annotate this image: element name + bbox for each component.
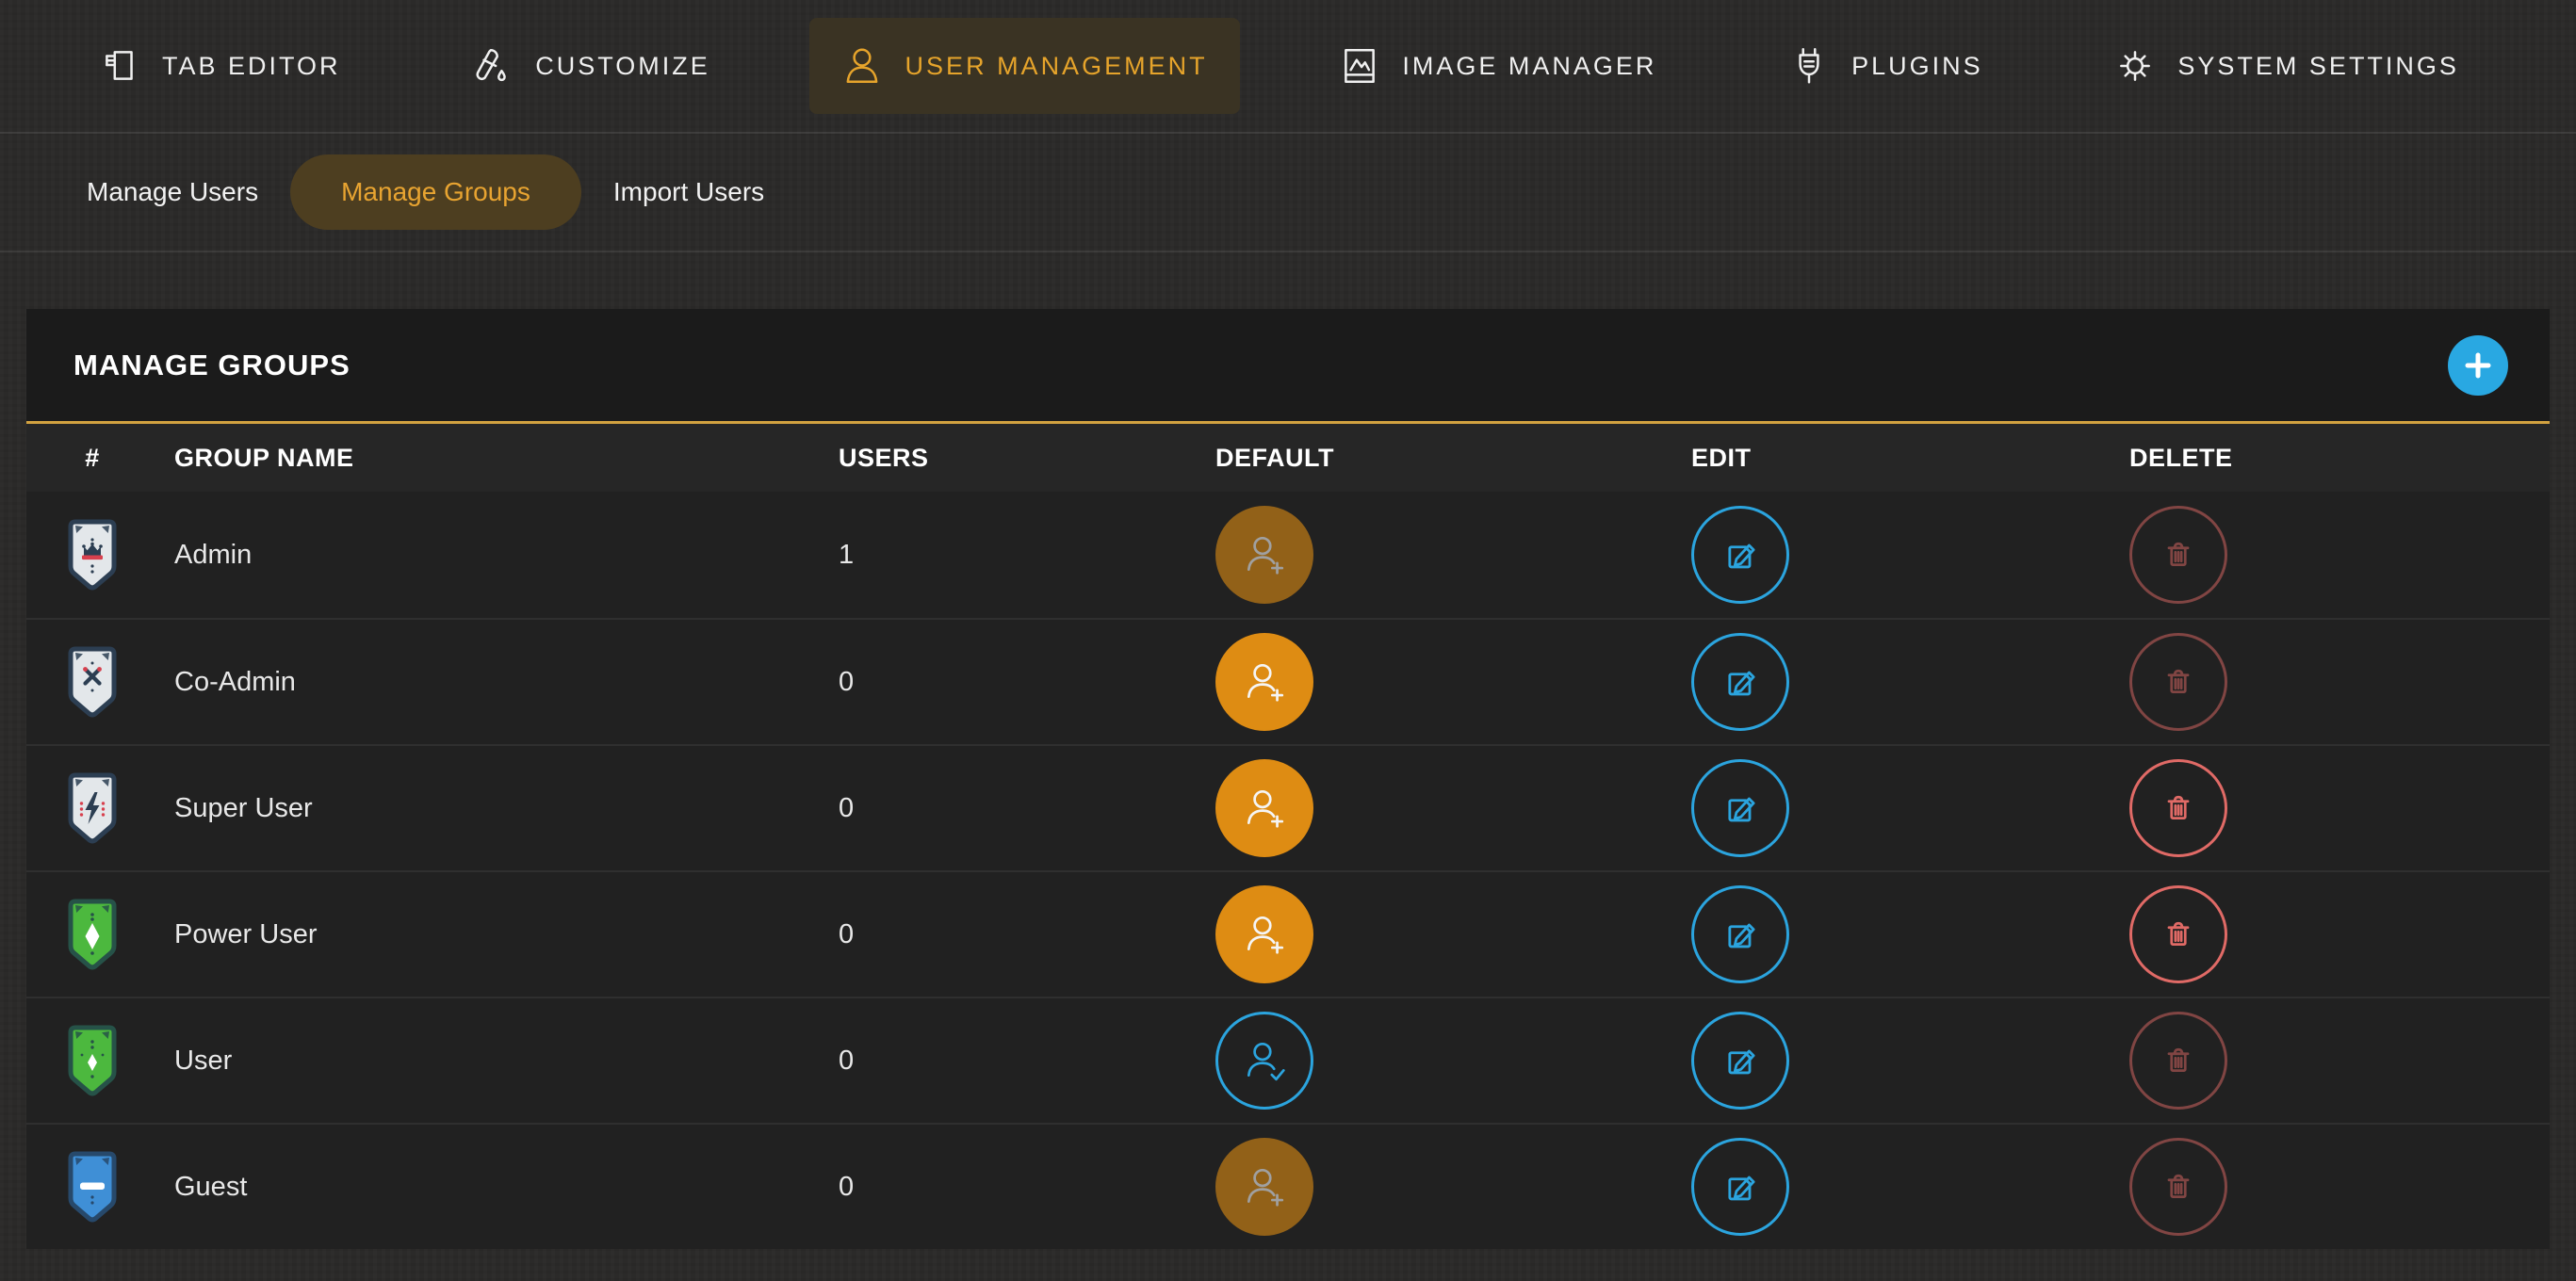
column-header-number: # bbox=[51, 444, 134, 473]
shield-guest-icon bbox=[68, 1151, 117, 1223]
user-icon bbox=[841, 44, 885, 88]
table-row: Power User 0 bbox=[26, 870, 2550, 997]
edit-group-button[interactable] bbox=[1691, 885, 1789, 983]
table-header-row: # GROUP NAME USERS DEFAULT EDIT DELETE bbox=[26, 424, 2550, 492]
panel-title: MANAGE GROUPS bbox=[73, 349, 351, 382]
column-header-default: DEFAULT bbox=[1215, 444, 1691, 473]
panel-header: MANAGE GROUPS bbox=[26, 309, 2550, 424]
image-icon bbox=[1338, 44, 1381, 88]
edit-group-button[interactable] bbox=[1691, 1012, 1789, 1110]
person-plus-icon bbox=[1241, 531, 1288, 578]
nav-tab-editor[interactable]: TAB EDITOR bbox=[66, 18, 373, 114]
group-name: Guest bbox=[134, 1172, 839, 1203]
nav-label: SYSTEM SETTINGS bbox=[2177, 52, 2459, 81]
subtab-import-users[interactable]: Import Users bbox=[583, 154, 794, 230]
nav-plugins[interactable]: PLUGINS bbox=[1755, 18, 2015, 114]
gear-icon bbox=[2113, 44, 2157, 88]
table-body: Admin 1 Co-Admin 0 bbox=[26, 492, 2550, 1249]
shield-user-icon bbox=[68, 1025, 117, 1096]
edit-pencil-icon bbox=[1721, 916, 1759, 953]
set-default-button[interactable] bbox=[1215, 633, 1313, 731]
delete-group-button[interactable] bbox=[2129, 885, 2227, 983]
group-users-count: 0 bbox=[839, 793, 1215, 824]
sub-navigation: Manage Users Manage Groups Import Users bbox=[0, 134, 2576, 252]
column-header-edit: EDIT bbox=[1691, 444, 2129, 473]
edit-pencil-icon bbox=[1721, 536, 1759, 574]
edit-pencil-icon bbox=[1721, 789, 1759, 827]
person-plus-icon bbox=[1241, 911, 1288, 958]
subtab-label: Manage Users bbox=[87, 177, 258, 206]
add-group-button[interactable] bbox=[2448, 335, 2508, 396]
nav-label: IMAGE MANAGER bbox=[1402, 52, 1656, 81]
nav-label: TAB EDITOR bbox=[162, 52, 341, 81]
top-navigation: TAB EDITOR CUSTOMIZE USER MANAGEMENT IMA… bbox=[0, 0, 2576, 134]
trash-icon bbox=[2160, 664, 2196, 700]
person-check-icon bbox=[1241, 1037, 1288, 1084]
nav-user-management[interactable]: USER MANAGEMENT bbox=[809, 18, 1240, 114]
edit-group-button[interactable] bbox=[1691, 633, 1789, 731]
table-row: User 0 bbox=[26, 997, 2550, 1123]
nav-label: CUSTOMIZE bbox=[535, 52, 710, 81]
nav-image-manager[interactable]: IMAGE MANAGER bbox=[1306, 18, 1688, 114]
table-row: Admin 1 bbox=[26, 492, 2550, 618]
edit-pencil-icon bbox=[1721, 1168, 1759, 1206]
shield-power-user-icon bbox=[68, 899, 117, 970]
table-row: Co-Admin 0 bbox=[26, 618, 2550, 744]
subtab-manage-users[interactable]: Manage Users bbox=[57, 154, 288, 230]
edit-group-button[interactable] bbox=[1691, 1138, 1789, 1236]
edit-group-button[interactable] bbox=[1691, 506, 1789, 604]
subtab-label: Import Users bbox=[613, 177, 764, 206]
shield-co-admin-icon bbox=[68, 646, 117, 718]
delete-group-button[interactable] bbox=[2129, 759, 2227, 857]
group-name: User bbox=[134, 1046, 839, 1077]
set-default-button[interactable] bbox=[1215, 759, 1313, 857]
person-plus-icon bbox=[1241, 785, 1288, 832]
group-name: Power User bbox=[134, 919, 839, 950]
group-users-count: 0 bbox=[839, 1046, 1215, 1077]
column-header-group-name: GROUP NAME bbox=[134, 444, 839, 473]
group-users-count: 1 bbox=[839, 540, 1215, 571]
delete-group-button[interactable] bbox=[2129, 1138, 2227, 1236]
set-default-button[interactable] bbox=[1215, 506, 1313, 604]
trash-icon bbox=[2160, 537, 2196, 573]
customize-icon bbox=[471, 44, 514, 88]
delete-group-button[interactable] bbox=[2129, 1012, 2227, 1110]
column-header-users: USERS bbox=[839, 444, 1215, 473]
tab-editor-icon bbox=[98, 44, 141, 88]
nav-system-settings[interactable]: SYSTEM SETTINGS bbox=[2081, 18, 2491, 114]
group-name: Admin bbox=[134, 540, 839, 571]
table-row: Super User 0 bbox=[26, 744, 2550, 870]
manage-groups-panel: MANAGE GROUPS # GROUP NAME USERS DEFAULT… bbox=[26, 309, 2550, 1249]
person-plus-icon bbox=[1241, 658, 1288, 705]
subtab-label: Manage Groups bbox=[341, 177, 530, 206]
edit-group-button[interactable] bbox=[1691, 759, 1789, 857]
set-default-button[interactable] bbox=[1215, 1138, 1313, 1236]
trash-icon bbox=[2160, 790, 2196, 826]
set-default-button[interactable] bbox=[1215, 1012, 1313, 1110]
group-users-count: 0 bbox=[839, 919, 1215, 950]
person-plus-icon bbox=[1241, 1163, 1288, 1210]
group-name: Super User bbox=[134, 793, 839, 824]
nav-customize[interactable]: CUSTOMIZE bbox=[439, 18, 742, 114]
trash-icon bbox=[2160, 916, 2196, 952]
delete-group-button[interactable] bbox=[2129, 633, 2227, 731]
plug-icon bbox=[1787, 44, 1831, 88]
edit-pencil-icon bbox=[1721, 663, 1759, 701]
group-users-count: 0 bbox=[839, 667, 1215, 698]
shield-admin-icon bbox=[68, 519, 117, 591]
edit-pencil-icon bbox=[1721, 1042, 1759, 1079]
delete-group-button[interactable] bbox=[2129, 506, 2227, 604]
shield-super-user-icon bbox=[68, 772, 117, 844]
plus-icon bbox=[2464, 351, 2492, 380]
trash-icon bbox=[2160, 1169, 2196, 1205]
nav-label: USER MANAGEMENT bbox=[905, 52, 1208, 81]
group-name: Co-Admin bbox=[134, 667, 839, 698]
trash-icon bbox=[2160, 1043, 2196, 1078]
column-header-delete: DELETE bbox=[2129, 444, 2550, 473]
set-default-button[interactable] bbox=[1215, 885, 1313, 983]
nav-label: PLUGINS bbox=[1851, 52, 1983, 81]
subtab-manage-groups[interactable]: Manage Groups bbox=[290, 154, 581, 230]
group-users-count: 0 bbox=[839, 1172, 1215, 1203]
table-row: Guest 0 bbox=[26, 1123, 2550, 1249]
